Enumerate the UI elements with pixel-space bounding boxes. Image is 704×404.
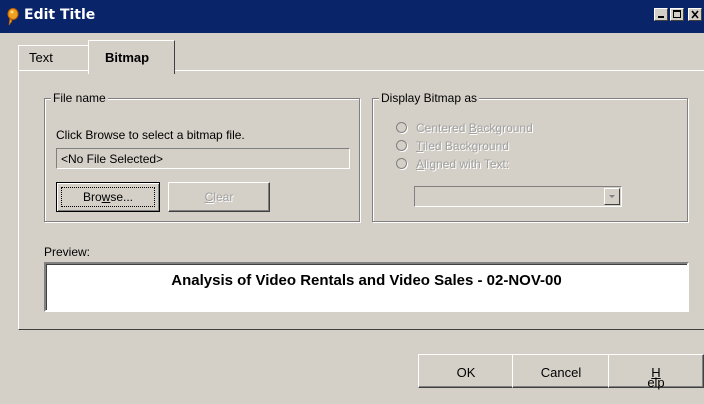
radio-circle-icon: [396, 140, 407, 151]
tab-text-label: Text: [29, 50, 53, 65]
maximize-button[interactable]: [670, 8, 684, 21]
radio-circle-icon: [396, 122, 407, 133]
close-button[interactable]: [688, 8, 702, 21]
preview-text: Analysis of Video Rentals and Video Sale…: [171, 272, 562, 289]
radio-circle-icon: [396, 158, 407, 169]
help-label: Help: [609, 365, 703, 390]
chevron-down-icon: [609, 195, 615, 198]
edit-title-dialog: Edit Title Text Bitmap File name Click B…: [0, 0, 704, 404]
tab-bitmap-label: Bitmap: [105, 50, 150, 65]
clear-label-post: lear: [213, 190, 234, 204]
minimize-icon: [658, 16, 664, 18]
tab-bitmap[interactable]: Bitmap: [88, 40, 175, 74]
maximize-icon: [673, 10, 681, 18]
file-path-value: <No File Selected>: [61, 152, 164, 166]
help-button[interactable]: Help: [608, 354, 704, 390]
radio-tiled-mnemonic: T: [416, 139, 423, 153]
radio-tiled-post: iled Background: [422, 139, 509, 153]
file-path-field[interactable]: <No File Selected>: [56, 148, 350, 169]
file-name-legend: File name: [51, 91, 108, 105]
ok-label: OK: [456, 365, 476, 380]
minimize-button[interactable]: [654, 8, 668, 21]
alignment-dropdown[interactable]: [414, 186, 622, 207]
window-title: Edit Title: [24, 7, 96, 23]
browse-label-pre: Bro: [82, 190, 102, 204]
radio-aligned-post: ligned with Text:: [424, 157, 510, 171]
dropdown-button[interactable]: [604, 188, 620, 205]
clear-button[interactable]: Clear: [168, 182, 270, 212]
radio-centered-label: Centered Background: [416, 121, 533, 135]
radio-aligned-label: Aligned with Text:: [416, 157, 509, 171]
help-label-post: elp: [647, 375, 665, 390]
radio-centered-mnemonic: B: [468, 121, 477, 135]
preview-box: Analysis of Video Rentals and Video Sale…: [44, 262, 689, 312]
radio-centered-pre: Centered: [416, 121, 469, 135]
clear-label: Clear: [169, 190, 269, 204]
browse-button[interactable]: Browse...: [56, 182, 160, 212]
preview-label: Preview:: [44, 245, 91, 259]
ok-button[interactable]: OK: [418, 354, 514, 388]
radio-aligned-mnemonic: A: [416, 157, 425, 171]
close-icon: [691, 10, 699, 19]
app-icon: [7, 8, 19, 26]
radio-centered-post: ackground: [476, 121, 533, 135]
title-bar[interactable]: Edit Title: [0, 0, 704, 33]
browse-instruction: Click Browse to select a bitmap file.: [56, 128, 245, 142]
cancel-button[interactable]: Cancel: [512, 354, 610, 388]
tab-text[interactable]: Text: [18, 45, 90, 71]
cancel-label: Cancel: [540, 365, 582, 380]
browse-label-post: se...: [110, 190, 134, 204]
display-bitmap-legend: Display Bitmap as: [379, 91, 480, 105]
radio-tiled-label: Tiled Background: [416, 139, 509, 153]
browse-label: Browse...: [57, 190, 159, 204]
